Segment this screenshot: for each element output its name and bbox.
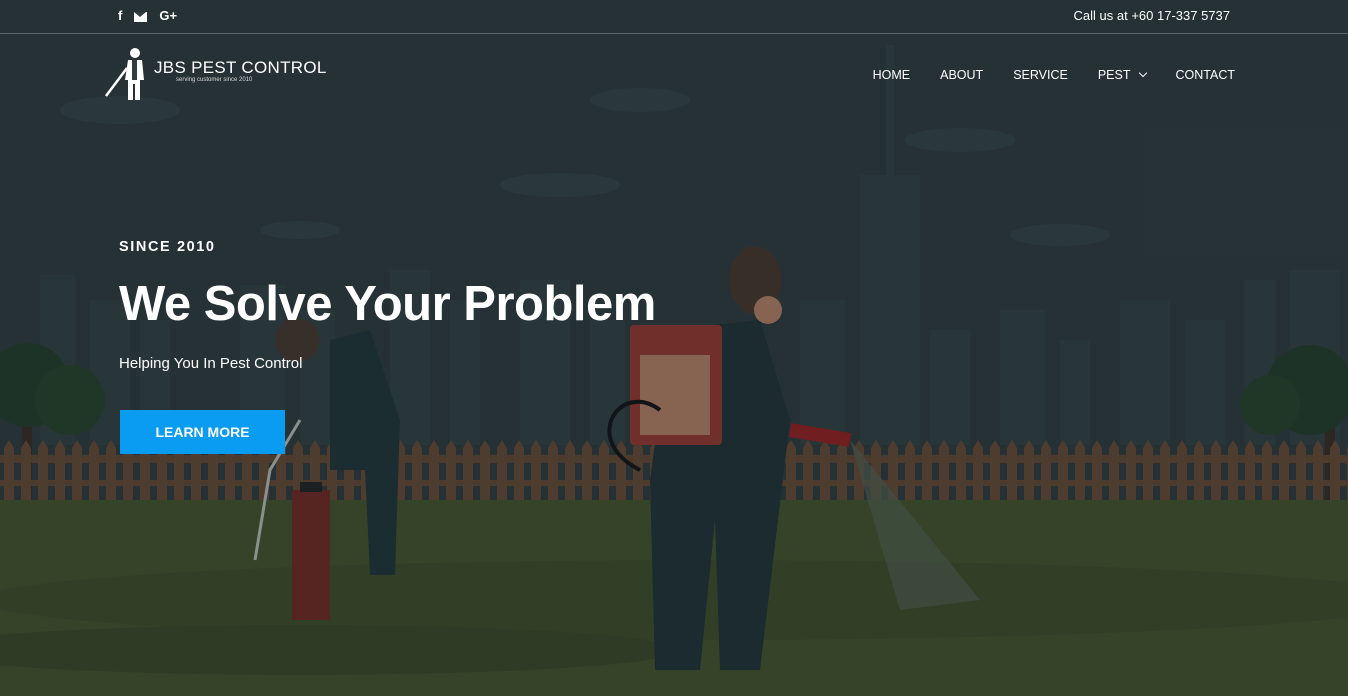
learn-more-button[interactable]: LEARN MORE: [120, 410, 285, 454]
facebook-icon[interactable]: f: [118, 8, 122, 24]
hero-eyebrow: SINCE 2010: [119, 239, 216, 255]
top-bar: f G+ Call us at +60 17-337 5737: [0, 0, 1348, 34]
hero-background-illustration: [0, 0, 1348, 696]
social-links: f G+: [118, 8, 177, 24]
email-icon[interactable]: [134, 11, 148, 22]
google-plus-icon[interactable]: G+: [159, 8, 177, 24]
brand-name: JBS PEST CONTROL: [154, 58, 327, 77]
chevron-down-icon: [1138, 68, 1147, 78]
main-nav: HOME ABOUT SERVICE PEST CONTACT: [873, 68, 1235, 82]
nav-service[interactable]: SERVICE: [1013, 68, 1068, 82]
site-logo[interactable]: JBS PEST CONTROL serving customer since …: [104, 46, 326, 102]
exterminator-logo-icon: [105, 48, 144, 100]
nav-home[interactable]: HOME: [873, 68, 911, 82]
hero-headline: We Solve Your Problem: [119, 277, 656, 331]
call-us-text: Call us at +60 17-337 5737: [1073, 8, 1230, 23]
nav-pest-label: PEST: [1097, 68, 1131, 82]
hero-subheadline: Helping You In Pest Control: [119, 355, 303, 372]
brand-tagline: serving customer since 2010: [176, 77, 253, 83]
nav-about[interactable]: ABOUT: [940, 68, 983, 82]
nav-contact[interactable]: CONTACT: [1176, 68, 1236, 82]
nav-pest[interactable]: PEST: [1097, 68, 1147, 82]
